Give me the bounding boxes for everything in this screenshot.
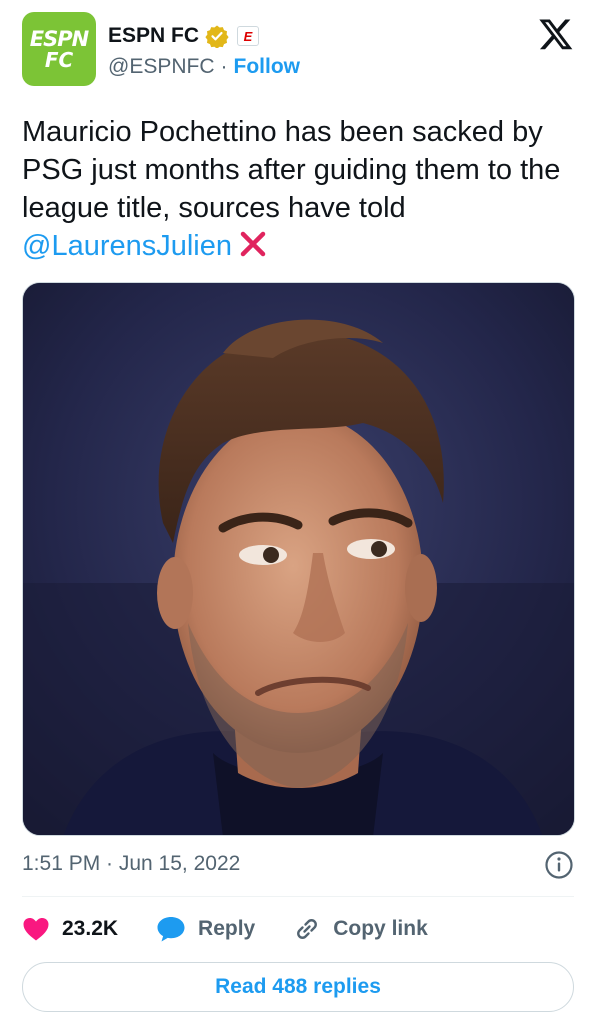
account-name[interactable]: ESPN FC — [108, 24, 199, 48]
affiliate-badge[interactable]: E — [237, 26, 260, 46]
reply-bubble-icon — [157, 917, 185, 942]
reply-label: Reply — [198, 917, 256, 940]
copy-link-label: Copy link — [333, 917, 428, 940]
avatar-logo-subtext: FC — [44, 48, 74, 72]
avatar[interactable]: ESPN FC — [22, 12, 96, 86]
divider — [22, 896, 574, 897]
name-row: ESPN FC E — [108, 22, 260, 50]
handle-separator: · — [220, 55, 228, 78]
handle-row: @ESPNFC · Follow — [108, 54, 300, 80]
like-button[interactable]: 23.2K — [22, 916, 118, 942]
tweet-photo[interactable] — [22, 282, 575, 836]
x-logo-icon[interactable] — [538, 16, 574, 52]
mention-link[interactable]: @LaurensJulien — [22, 230, 232, 262]
likes-count: 23.2K — [62, 917, 119, 940]
heart-icon — [23, 918, 49, 941]
photo-illustration — [23, 283, 574, 835]
reply-button[interactable]: Reply — [156, 915, 255, 943]
affiliate-badge-label: E — [243, 28, 253, 44]
verified-badge-icon — [205, 25, 229, 48]
action-bar: 23.2K Reply Copy link — [22, 911, 574, 947]
tweet-text: Mauricio Pochettino has been sacked by P… — [22, 113, 574, 265]
tweet-body: Mauricio Pochettino has been sacked by P… — [22, 116, 561, 224]
read-replies-label: Read 488 replies — [215, 975, 381, 998]
follow-button[interactable]: Follow — [234, 55, 301, 79]
cross-mark-icon — [240, 232, 266, 257]
tweet-header: ESPN FC ESPN FC E @ESPNFC · Follow — [22, 12, 574, 92]
read-replies-button[interactable]: Read 488 replies — [22, 962, 574, 1012]
link-icon — [297, 919, 318, 939]
avatar-logo-text: ESPN — [29, 27, 89, 51]
timestamp-row: 1:51 PM · Jun 15, 2022 — [22, 848, 574, 880]
tweet-timestamp[interactable]: 1:51 PM · Jun 15, 2022 — [22, 852, 240, 876]
info-icon[interactable] — [544, 850, 574, 880]
account-handle[interactable]: @ESPNFC — [108, 55, 215, 79]
copy-link-button[interactable]: Copy link — [293, 915, 428, 943]
